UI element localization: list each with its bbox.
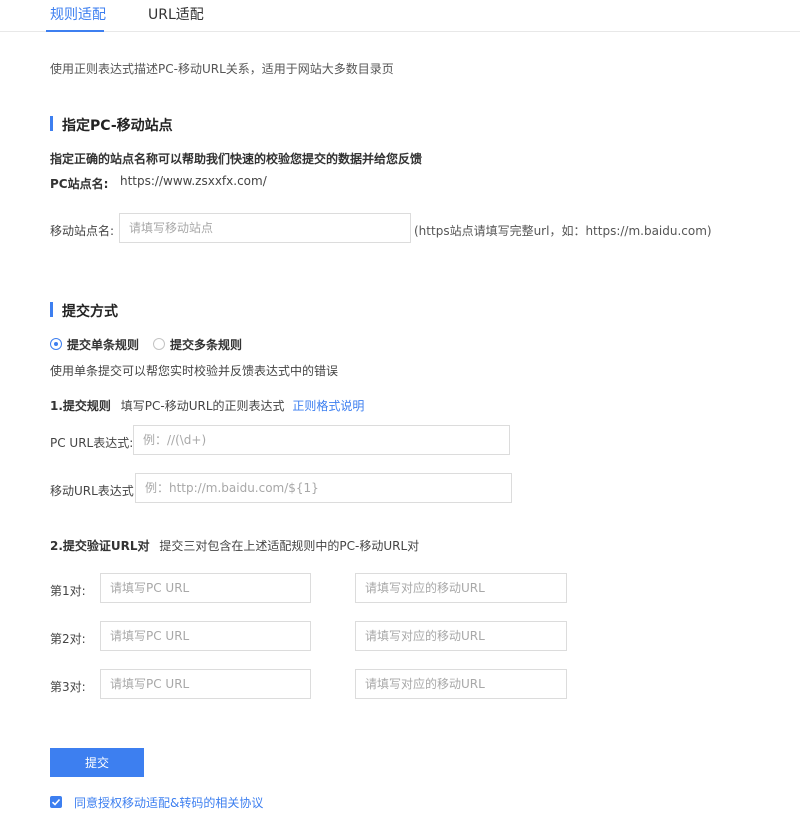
single-hint: 使用单条提交可以帮您实时校验并反馈表达式中的错误 bbox=[50, 364, 339, 378]
mobile-expr-label: 移动URL表达式: bbox=[50, 484, 138, 498]
tab-rule-adapt[interactable]: 规则适配 bbox=[50, 4, 106, 24]
rule-step-desc: 填写PC-移动URL的正则表达式 bbox=[120, 399, 285, 413]
verify-step-label: 2.提交验证URL对 bbox=[50, 539, 150, 553]
rule-step-row: 1.提交规则 填写PC-移动URL的正则表达式 正则格式说明 bbox=[50, 397, 364, 414]
regex-format-help-link[interactable]: 正则格式说明 bbox=[292, 399, 364, 413]
submit-button[interactable]: 提交 bbox=[50, 748, 144, 777]
checkmark-icon bbox=[51, 798, 61, 806]
section-title-site: 指定PC-移动站点 bbox=[50, 115, 173, 135]
pair-3-mobile-input[interactable] bbox=[355, 669, 567, 699]
intro-text: 使用正则表达式描述PC-移动URL关系，适用于网站大多数目录页 bbox=[50, 62, 394, 76]
tab-url-adapt[interactable]: URL适配 bbox=[148, 4, 204, 24]
radio-multi-rule-label[interactable]: 提交多条规则 bbox=[170, 336, 242, 353]
verify-step-desc: 提交三对包含在上述适配规则中的PC-移动URL对 bbox=[159, 539, 420, 553]
verify-step-row: 2.提交验证URL对 提交三对包含在上述适配规则中的PC-移动URL对 bbox=[50, 537, 419, 554]
pc-expr-input[interactable] bbox=[133, 425, 510, 455]
section-title-submit: 提交方式 bbox=[50, 301, 118, 321]
radio-multi-rule[interactable] bbox=[153, 338, 165, 350]
active-tab-indicator bbox=[46, 30, 104, 32]
agreement-checkbox[interactable] bbox=[50, 796, 62, 808]
radio-single-rule-label[interactable]: 提交单条规则 bbox=[67, 336, 139, 353]
site-hint: 指定正确的站点名称可以帮助我们快速的校验您提交的数据并给您反馈 bbox=[50, 152, 423, 166]
pc-expr-label: PC URL表达式: bbox=[50, 436, 134, 450]
pair-1-label: 第1对: bbox=[50, 584, 86, 598]
pc-site-label: PC站点名: bbox=[50, 177, 109, 191]
pc-site-value: https://www.zsxxfx.com/ bbox=[120, 174, 267, 188]
pair-1-pc-input[interactable] bbox=[100, 573, 311, 603]
mobile-expr-input[interactable] bbox=[135, 473, 512, 503]
pair-2-pc-input[interactable] bbox=[100, 621, 311, 651]
mobile-site-note: (https站点请填写完整url，如：https://m.baidu.com) bbox=[414, 224, 712, 238]
pair-2-label: 第2对: bbox=[50, 632, 86, 646]
pair-3-pc-input[interactable] bbox=[100, 669, 311, 699]
agreement-link[interactable]: 同意授权移动适配&转码的相关协议 bbox=[74, 794, 263, 811]
pair-1-mobile-input[interactable] bbox=[355, 573, 567, 603]
radio-single-rule[interactable] bbox=[50, 338, 62, 350]
mobile-site-label: 移动站点名: bbox=[50, 224, 115, 238]
pair-3-label: 第3对: bbox=[50, 680, 86, 694]
rule-step-label: 1.提交规则 bbox=[50, 399, 111, 413]
tab-bar: 规则适配 URL适配 bbox=[0, 0, 800, 32]
mobile-site-input[interactable] bbox=[119, 213, 411, 243]
pair-2-mobile-input[interactable] bbox=[355, 621, 567, 651]
